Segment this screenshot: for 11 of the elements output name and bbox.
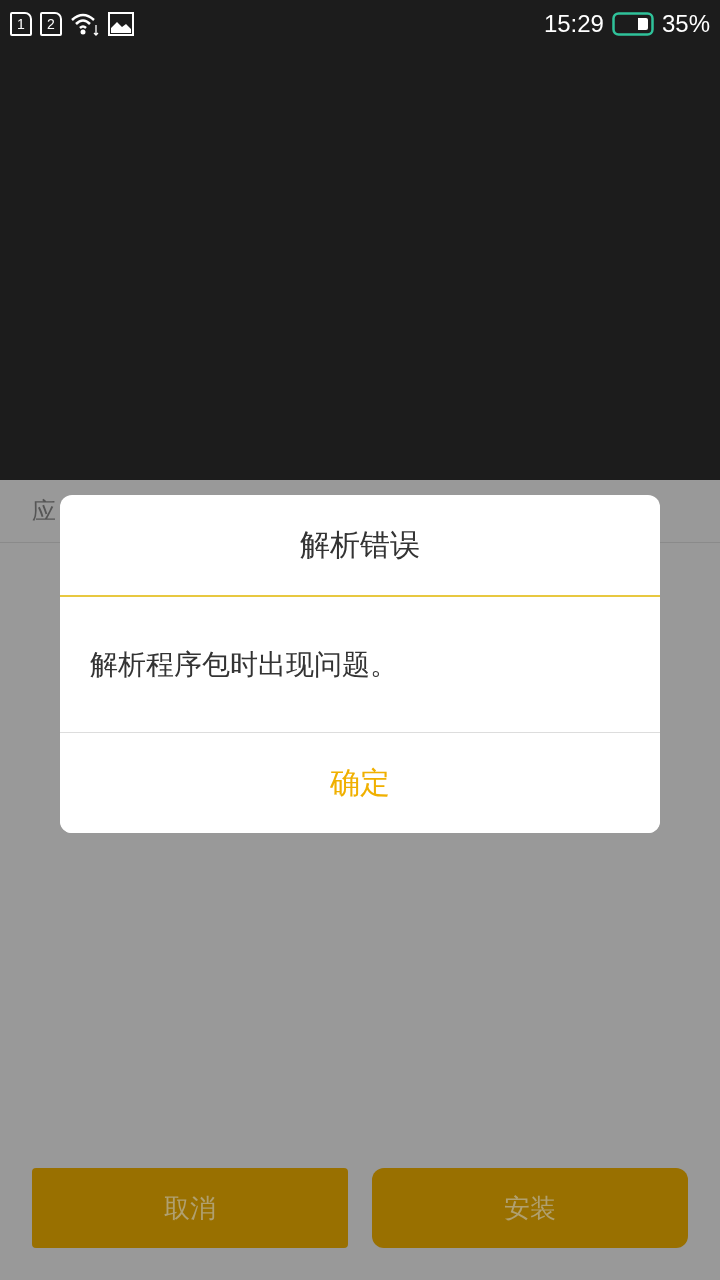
sim-card-icon: 1: [10, 12, 32, 36]
clock-time: 15:29: [543, 10, 604, 38]
battery-percent: 35%: [661, 10, 710, 38]
image-icon: [108, 12, 134, 36]
wifi-icon: [70, 11, 100, 37]
battery-icon: [611, 12, 654, 36]
cancel-button[interactable]: 取消: [32, 1168, 348, 1248]
install-button[interactable]: 安装: [372, 1168, 688, 1248]
dialog-title: 解析错误: [60, 495, 660, 597]
sim-card-icon: 2: [40, 12, 62, 36]
app-label: 应: [32, 496, 56, 527]
